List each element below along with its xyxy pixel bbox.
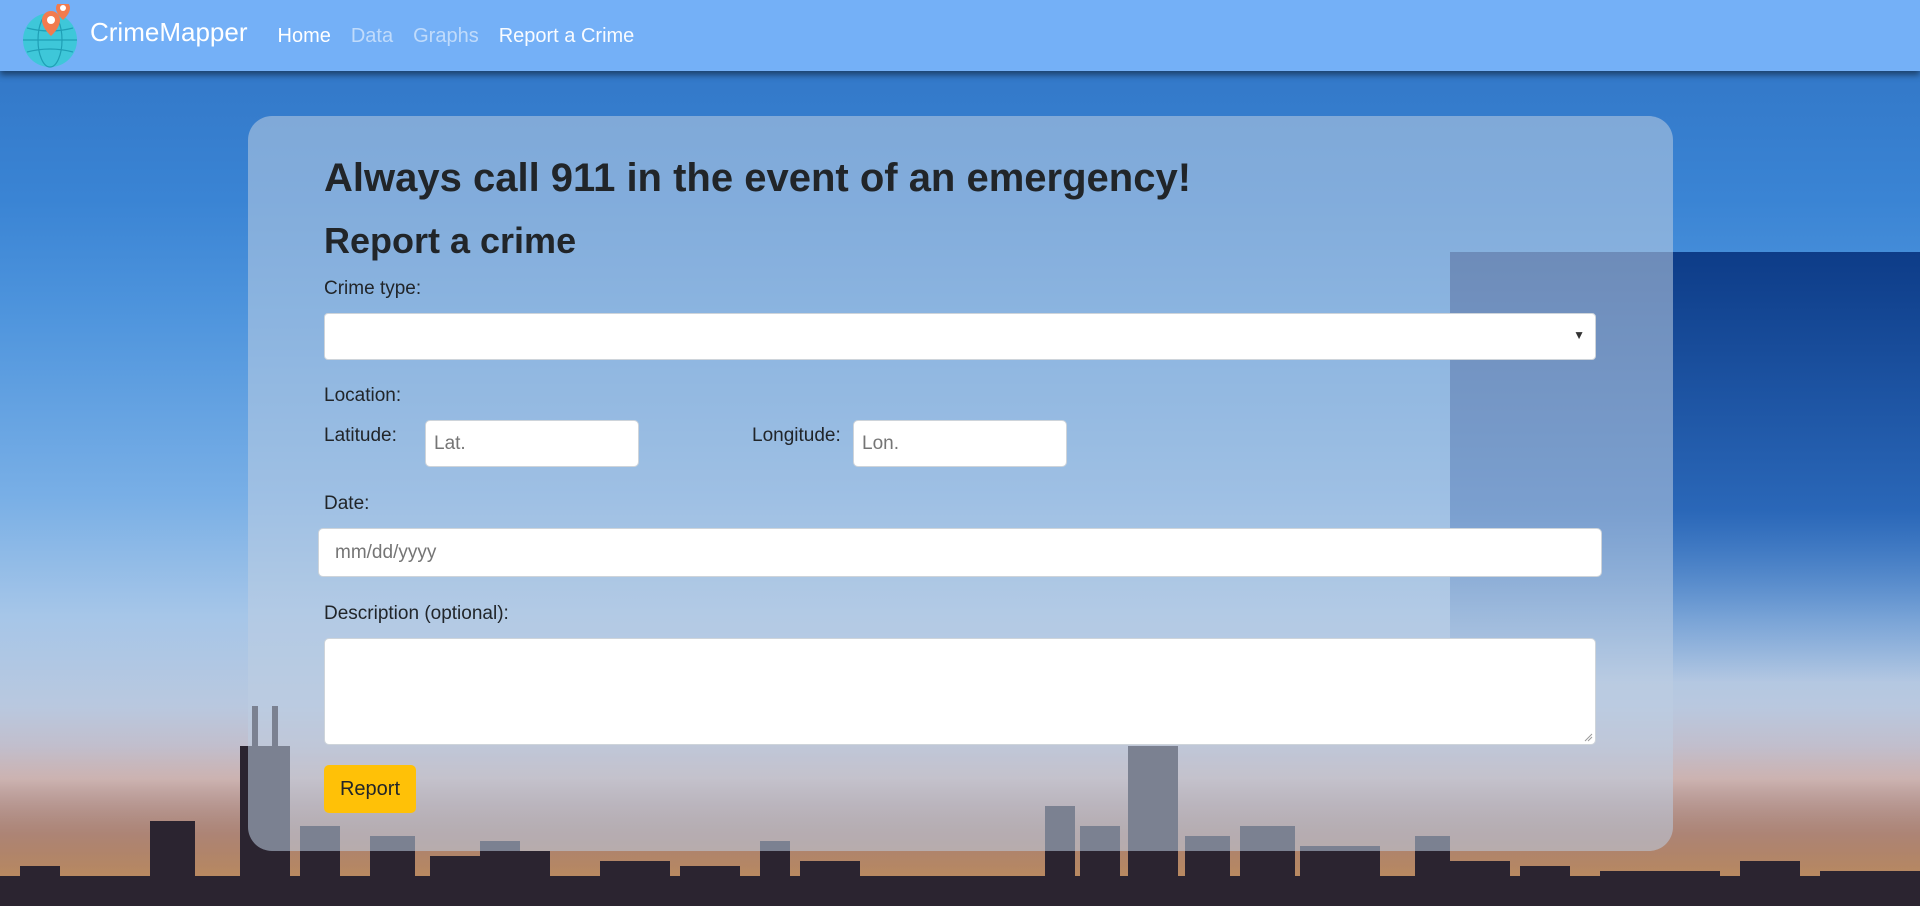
- nav-link-data[interactable]: Data: [351, 25, 393, 48]
- location-label: Location:: [324, 385, 402, 406]
- resize-grip-icon[interactable]: [1583, 732, 1593, 742]
- latitude-input[interactable]: [425, 420, 639, 467]
- longitude-input[interactable]: [853, 420, 1067, 467]
- emergency-alert-heading: Always call 911 in the event of an emerg…: [324, 156, 1192, 200]
- page-title: Report a crime: [324, 220, 577, 261]
- nav-link-report-a-crime[interactable]: Report a Crime: [499, 25, 635, 48]
- report-submit-button[interactable]: Report: [324, 765, 416, 813]
- crime-type-select[interactable]: ▼: [324, 313, 1596, 360]
- crime-type-label: Crime type:: [324, 278, 422, 299]
- nav-link-graphs[interactable]: Graphs: [413, 25, 479, 48]
- date-label: Date:: [324, 493, 370, 514]
- description-textarea[interactable]: [324, 638, 1596, 745]
- dropdown-arrow-icon: ▼: [1573, 328, 1585, 342]
- brand[interactable]: CrimeMapper: [22, 0, 248, 68]
- date-input[interactable]: [318, 528, 1602, 577]
- description-label: Description (optional):: [324, 603, 509, 624]
- latitude-label: Latitude:: [324, 425, 397, 446]
- nav-links: Home Data Graphs Report a Crime: [278, 25, 655, 48]
- brand-name[interactable]: CrimeMapper: [90, 17, 248, 48]
- globe-pin-logo-icon: [22, 0, 80, 68]
- longitude-label: Longitude:: [752, 425, 841, 446]
- top-navbar: CrimeMapper Home Data Graphs Report a Cr…: [0, 0, 1920, 71]
- nav-link-home[interactable]: Home: [278, 25, 331, 48]
